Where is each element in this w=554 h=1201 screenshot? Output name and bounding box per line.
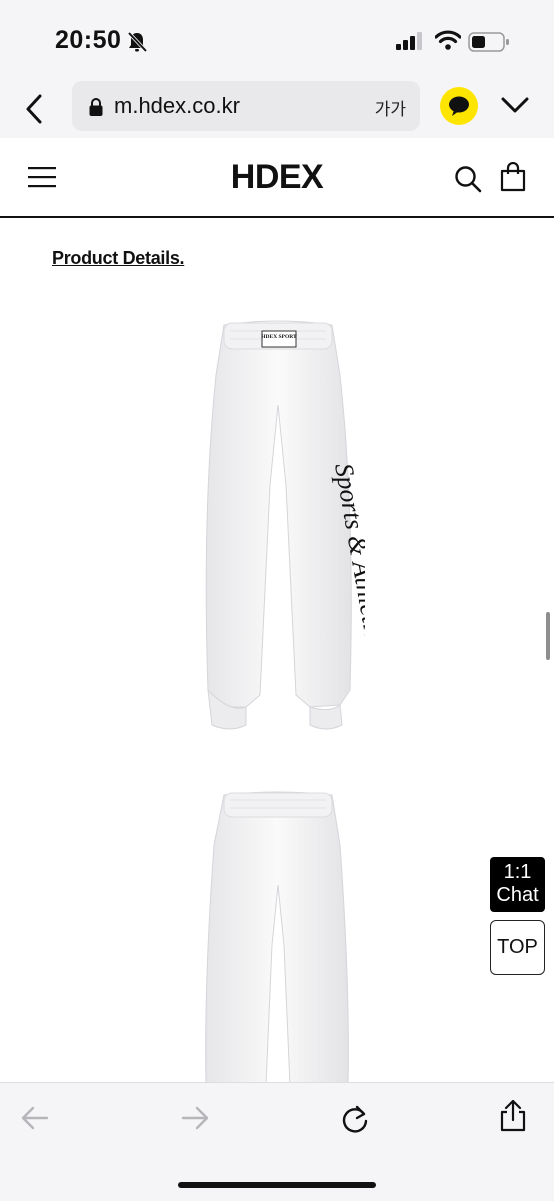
- signal-icon: [396, 32, 424, 55]
- home-indicator[interactable]: [178, 1182, 376, 1188]
- section-title: Product Details.: [52, 248, 185, 268]
- chevron-down-icon[interactable]: [500, 94, 530, 121]
- scrollbar-thumb[interactable]: [546, 612, 550, 660]
- browser-toolbar: [0, 1082, 554, 1201]
- wifi-icon: [434, 30, 462, 55]
- reload-icon[interactable]: [340, 1103, 370, 1140]
- search-icon[interactable]: [454, 165, 482, 198]
- status-time: 20:50: [55, 26, 122, 54]
- url-text: m.hdex.co.kr: [114, 93, 240, 118]
- arrow-right-icon[interactable]: [180, 1105, 210, 1136]
- back-chevron-icon[interactable]: [20, 92, 50, 126]
- site-header: HDEX: [0, 138, 554, 218]
- kakao-icon[interactable]: [440, 87, 478, 125]
- lock-icon: [88, 97, 104, 122]
- product-image-front: HDEX SPORT Sports & Athletic: [190, 315, 389, 750]
- battery-icon: [468, 32, 510, 57]
- scroll-top-button[interactable]: TOP: [490, 920, 545, 975]
- url-field[interactable]: m.hdex.co.kr 가가: [72, 81, 420, 131]
- text-size-button[interactable]: 가가: [375, 95, 406, 120]
- shopping-bag-icon[interactable]: [500, 161, 526, 197]
- product-image-back: [190, 785, 365, 1090]
- chat-button-line2: Chat: [496, 884, 539, 906]
- arrow-left-icon[interactable]: [20, 1105, 50, 1136]
- chat-button[interactable]: 1:1 Chat: [490, 857, 545, 912]
- status-bar: 20:50: [0, 0, 554, 80]
- share-icon[interactable]: [498, 1099, 528, 1138]
- bell-slash-icon: [126, 31, 148, 58]
- chat-button-line1: 1:1: [503, 861, 532, 883]
- waistband-label: HDEX SPORT: [261, 334, 297, 340]
- browser-address-bar: m.hdex.co.kr 가가: [0, 80, 554, 138]
